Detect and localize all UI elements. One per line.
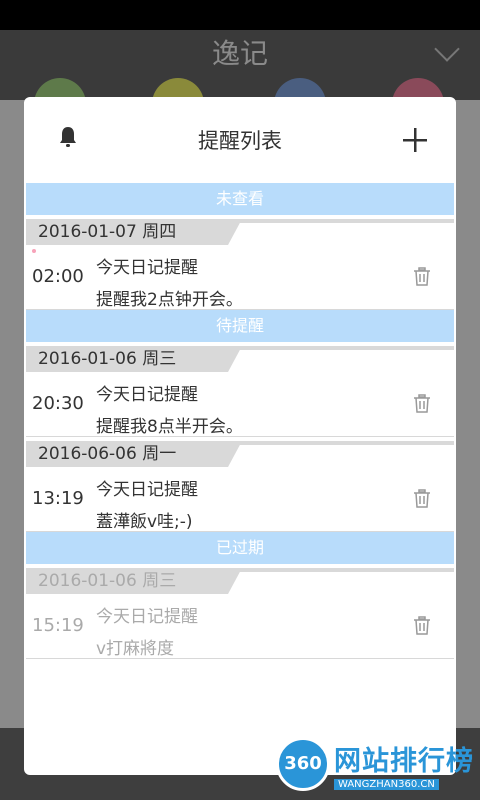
- reminder-list-dialog: 提醒列表 未查看 2016-01-07 周四 02:00 今天日记提醒 提醒我2…: [24, 97, 456, 775]
- watermark-text: 网站排行榜: [334, 746, 474, 777]
- date-divider: [216, 441, 454, 445]
- section-unviewed: 未查看: [26, 183, 454, 215]
- date-label: 2016-01-06 周三: [26, 346, 242, 372]
- reminder-desc: 蓋澕飯v哇;-): [96, 512, 193, 532]
- watermark-logo: 360 网站排行榜 WANGZHAN360.CN: [270, 735, 480, 800]
- reminder-desc: 提醒我2点钟开会。: [96, 290, 243, 310]
- dialog-title: 提醒列表: [198, 129, 282, 153]
- status-bar: [0, 0, 480, 30]
- date-row: 2016-06-06 周一: [26, 437, 454, 467]
- reminder-item[interactable]: 13:19 今天日记提醒 蓋澕飯v哇;-): [26, 467, 454, 532]
- date-label: 2016-01-06 周三: [26, 568, 242, 594]
- reminder-title: 今天日记提醒: [96, 385, 198, 405]
- watermark-badge: 360: [276, 737, 330, 791]
- reminder-desc: v打麻將度: [96, 639, 175, 659]
- date-row: 2016-01-06 周三: [26, 564, 454, 594]
- reminder-time: 15:19: [32, 615, 84, 636]
- date-row: 2016-01-06 周三: [26, 342, 454, 372]
- reminder-list: 未查看 2016-01-07 周四 02:00 今天日记提醒 提醒我2点钟开会。…: [26, 183, 454, 659]
- reminder-title: 今天日记提醒: [96, 480, 198, 500]
- trash-icon[interactable]: [412, 267, 432, 287]
- expired-group: 2016-01-06 周三 15:19 今天日记提醒 v打麻將度: [26, 564, 454, 659]
- reminder-time: 20:30: [32, 393, 84, 414]
- reminder-time: 02:00: [32, 266, 84, 287]
- reminder-desc: 提醒我8点半开会。: [96, 417, 243, 437]
- reminder-item[interactable]: 15:19 今天日记提醒 v打麻將度: [26, 594, 454, 659]
- reminder-item[interactable]: 20:30 今天日记提醒 提醒我8点半开会。: [26, 372, 454, 437]
- section-expired: 已过期: [26, 532, 454, 564]
- reminder-time: 13:19: [32, 488, 84, 509]
- add-reminder-button[interactable]: [402, 127, 428, 153]
- date-divider: [216, 346, 454, 350]
- date-label: 2016-01-07 周四: [26, 219, 242, 245]
- dialog-header: 提醒列表: [24, 97, 456, 183]
- date-row: 2016-01-07 周四: [26, 215, 454, 245]
- date-divider: [216, 568, 454, 572]
- reminder-title: 今天日记提醒: [96, 607, 198, 627]
- date-label: 2016-06-06 周一: [26, 441, 242, 467]
- section-pending: 待提醒: [26, 310, 454, 342]
- reminder-title: 今天日记提醒: [96, 258, 198, 278]
- app-title: 逸记: [211, 37, 268, 70]
- trash-icon[interactable]: [412, 616, 432, 636]
- trash-icon[interactable]: [412, 489, 432, 509]
- watermark-url: WANGZHAN360.CN: [334, 779, 439, 790]
- reminder-item[interactable]: 02:00 今天日记提醒 提醒我2点钟开会。: [26, 245, 454, 310]
- trash-icon[interactable]: [412, 394, 432, 414]
- date-divider: [216, 219, 454, 223]
